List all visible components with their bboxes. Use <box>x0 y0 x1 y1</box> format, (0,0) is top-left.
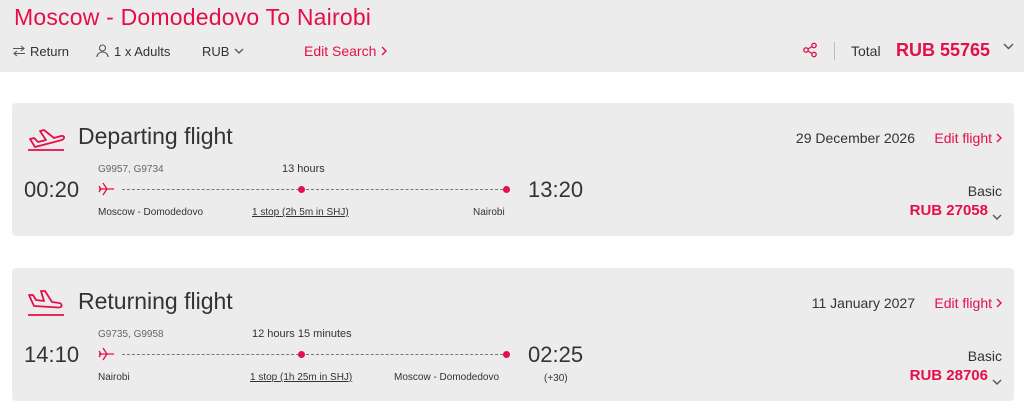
route-line <box>98 179 512 199</box>
flight-numbers: G9957, G9734 <box>98 164 164 175</box>
chevron-right-icon <box>996 130 1002 146</box>
returning-flight-card: Returning flight 11 January 2027 Edit fl… <box>12 268 1014 401</box>
page-title: Moscow - Domodedovo To Nairobi <box>14 4 372 30</box>
fare-class: Basic <box>967 348 1002 364</box>
currency-selector[interactable]: RUB <box>202 40 244 62</box>
plane-icon <box>98 182 116 201</box>
day-offset: (+30) <box>544 373 568 384</box>
flight-numbers: G9735, G9958 <box>98 329 164 340</box>
edit-search-link[interactable]: Edit Search <box>304 40 388 62</box>
total-price[interactable]: RUB 55765 <box>896 38 990 62</box>
origin-city: Moscow - Domodedovo <box>98 207 204 218</box>
total-label: Total <box>851 43 881 59</box>
destination-city: Moscow - Domodedovo <box>394 372 500 383</box>
edit-flight-label: Edit flight <box>934 295 992 311</box>
stop-dot <box>298 351 305 358</box>
destination-city: Nairobi <box>473 207 505 218</box>
search-summary-header: Moscow - Domodedovo To Nairobi Return 1 … <box>0 0 1024 72</box>
flight-price[interactable]: RUB 27058 <box>910 202 988 219</box>
flight-date: 11 January 2027 <box>811 295 915 311</box>
share-icon[interactable] <box>802 42 818 58</box>
stop-info-link[interactable]: 1 stop (2h 5m in SHJ) <box>252 207 349 218</box>
route-dashes <box>122 189 508 190</box>
edit-search-label: Edit Search <box>304 43 377 59</box>
chevron-right-icon <box>996 295 1002 311</box>
swap-icon <box>12 45 26 57</box>
stop-info-link[interactable]: 1 stop (1h 25m in SHJ) <box>250 372 352 383</box>
destination-dot <box>503 351 510 358</box>
card-title: Returning flight <box>78 288 233 314</box>
departure-time: 00:20 <box>24 177 80 202</box>
trip-type-selector[interactable]: Return <box>12 40 69 62</box>
person-icon <box>96 44 109 58</box>
stop-dot <box>298 186 305 193</box>
flight-duration: 13 hours <box>282 163 325 175</box>
departure-time: 14:10 <box>24 342 80 367</box>
edit-flight-link[interactable]: Edit flight <box>934 130 1002 146</box>
chevron-down-icon[interactable] <box>1003 43 1014 50</box>
destination-dot <box>503 186 510 193</box>
arrival-time: 13:20 <box>528 177 584 202</box>
card-title: Departing flight <box>78 123 233 149</box>
plane-icon <box>98 347 116 366</box>
flight-price[interactable]: RUB 28706 <box>910 367 988 384</box>
route-dashes <box>122 354 508 355</box>
chevron-down-icon[interactable] <box>992 207 1002 225</box>
departing-flight-card: Departing flight 29 December 2026 Edit f… <box>12 103 1014 236</box>
route-line <box>98 344 512 364</box>
chevron-right-icon <box>381 46 388 56</box>
trip-type-label: Return <box>30 43 70 59</box>
currency-label: RUB <box>202 43 230 59</box>
flight-duration: 12 hours 15 minutes <box>252 328 352 340</box>
edit-flight-link[interactable]: Edit flight <box>934 295 1002 311</box>
chevron-down-icon <box>234 48 244 54</box>
passengers-selector[interactable]: 1 x Adults <box>96 40 170 62</box>
chevron-down-icon[interactable] <box>992 372 1002 390</box>
arrival-time: 02:25 <box>528 342 584 367</box>
edit-flight-label: Edit flight <box>934 130 992 146</box>
flight-date: 29 December 2026 <box>795 130 915 146</box>
plane-landing-icon <box>26 290 66 321</box>
search-summary-bar: Return 1 x Adults RUB Edit Search Total … <box>0 40 1024 62</box>
origin-city: Nairobi <box>98 372 130 383</box>
fare-class: Basic <box>967 183 1002 199</box>
passengers-label: 1 x Adults <box>114 43 171 59</box>
plane-takeoff-icon <box>26 125 66 156</box>
divider <box>834 42 835 60</box>
